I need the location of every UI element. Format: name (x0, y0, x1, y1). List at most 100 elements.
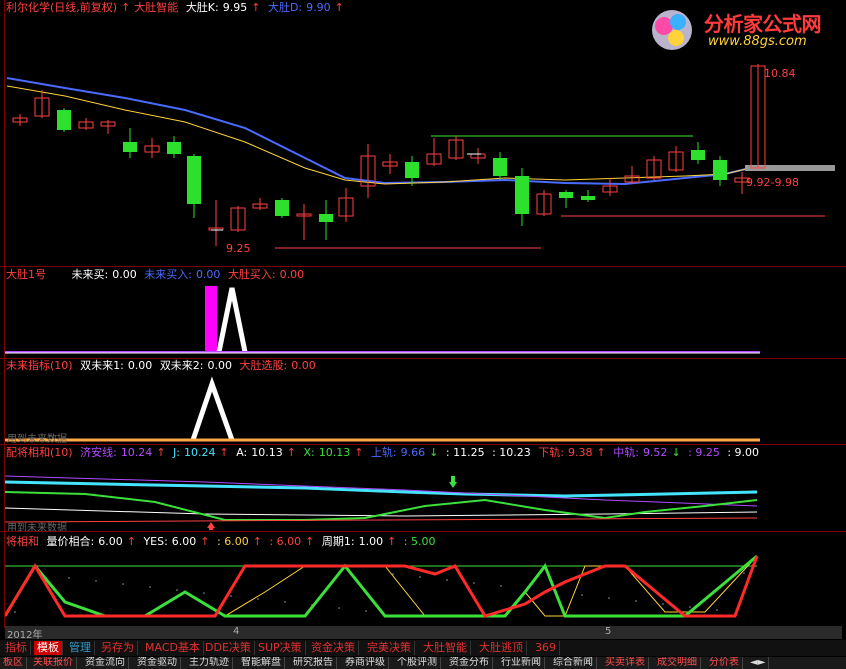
p4-name[interactable]: 将相和 (6, 535, 39, 548)
tab-3[interactable]: 另存为 (98, 641, 138, 655)
tab-7[interactable]: 资金决策 (308, 641, 359, 655)
p1-header: 大肚1号 未来买: 0.00 未来买入: 0.00 大肚买入: 0.00 (6, 268, 308, 282)
p3-f-value: : 11.25 (445, 446, 485, 459)
p2-chart[interactable] (5, 374, 842, 444)
candle-body (187, 156, 201, 204)
p1-magenta-bar (205, 286, 217, 352)
d-value: 9.90 (306, 1, 331, 14)
tab-4[interactable]: MACD基本 (142, 641, 204, 655)
tab-1[interactable]: 模板 (34, 641, 63, 655)
menu-item-8[interactable]: 个股评测 (394, 657, 441, 669)
p4-dot (338, 607, 340, 609)
p1-a-value: 0.00 (112, 268, 137, 281)
p3-c-arrow-icon: ↑ (286, 446, 296, 459)
menu-item-10[interactable]: 行业新闻 (498, 657, 545, 669)
p4-dot (689, 606, 691, 608)
p4-dot (743, 572, 745, 574)
p4-b-label: YES: (143, 535, 168, 548)
tab-5[interactable]: DDE决策 (202, 641, 255, 655)
p2-a-label: 双未来1: (80, 359, 124, 372)
menu-item-7[interactable]: 券商评级 (342, 657, 389, 669)
p4-dot (41, 574, 43, 576)
p4-a-value: 6.00 (98, 535, 123, 548)
axis-month-5: 5 (605, 626, 612, 637)
indicator-name[interactable]: 大肚智能 (134, 1, 178, 14)
p4-dot (392, 573, 394, 575)
menu-item-2[interactable]: 资金流向 (82, 657, 129, 669)
p3-k-value: : 9.00 (727, 446, 760, 459)
p3-a-value: 10.24 (120, 446, 153, 459)
p4-b-value: 6.00 (171, 535, 197, 548)
p1-name[interactable]: 大肚1号 (6, 268, 46, 281)
tab-0[interactable]: 指标 (2, 641, 31, 655)
candlestick-chart[interactable] (5, 18, 842, 266)
main-header: 利尔化学(日线,前复权) ↑ 大肚智能 大肚K: 9.95 ↑ 大肚D: 9.90 ↑ (6, 1, 348, 15)
p3-b-arrow-icon: ↑ (219, 446, 229, 459)
p4-b-arrow-icon: ↑ (200, 535, 210, 548)
p4-e-arrow-icon: ↑ (387, 535, 397, 548)
menu-item-15[interactable]: ◄► (747, 657, 770, 669)
p4-dot (311, 604, 313, 606)
tab-6[interactable]: SUP决策 (255, 641, 306, 655)
k-value: 9.95 (222, 1, 248, 14)
menu-item-6[interactable]: 研究报告 (290, 657, 337, 669)
tab-10[interactable]: 大肚逃顶 (476, 641, 527, 655)
tab-8[interactable]: 完美决策 (364, 641, 415, 655)
candle-body (405, 162, 419, 178)
p4-f-value: : 5.00 (403, 535, 436, 548)
p4-dot (473, 582, 475, 584)
menu-item-3[interactable]: 资金驱动 (134, 657, 181, 669)
p2-b-label: 双未来2: (159, 359, 204, 372)
p2-name[interactable]: 未来指标(10) (6, 359, 73, 372)
axis-month-4: 4 (233, 626, 240, 637)
p3-name[interactable]: 配将相和(10) (6, 446, 73, 459)
menu-item-4[interactable]: 主力轨迹 (186, 657, 233, 669)
p2-white-spike (190, 376, 235, 441)
p1-chart[interactable] (5, 282, 842, 358)
range-label: 9.92-9.98 (746, 176, 799, 189)
p1-b-label: 未来买入: (144, 268, 192, 281)
p1-b-value: 0.00 (195, 268, 221, 281)
candle-body (713, 160, 727, 180)
p1-white-spike (216, 287, 248, 353)
p4-dot (554, 591, 556, 593)
p4-c-value: : 6.00 (217, 535, 249, 548)
menu-item-11[interactable]: 综合新闻 (550, 657, 597, 669)
p3-d-value: 10.13 (318, 446, 351, 459)
tab-2[interactable]: 管理 (66, 641, 95, 655)
p3-a-arrow-icon: ↑ (156, 446, 166, 459)
menu-item-12[interactable]: 买卖详表 (602, 657, 649, 669)
p3-a-label: 济安线: (80, 446, 117, 459)
time-axis: 2012年 4 5 (5, 626, 842, 641)
up-arrow-icon: ↑ (121, 1, 131, 14)
p3-d-arrow-icon: ↑ (354, 446, 364, 459)
p2-c-value: 0.00 (291, 359, 316, 372)
indicator-tabs: 指标 模板 管理 另存为 MACD基本 DDE决策 SUP决策 资金决策 完美决策 大肚智能 大肚逃… (0, 640, 846, 656)
p2-c-label: 大肚选股: (239, 359, 288, 372)
menu-item-1[interactable]: 关联报价 (30, 657, 77, 669)
menu-item-13[interactable]: 成交明细 (654, 657, 701, 669)
menu-item-0[interactable]: 板区 (0, 657, 27, 669)
p3-h-arrow-icon: ↑ (596, 446, 606, 459)
p2-a-value: 0.00 (127, 359, 153, 372)
p3-chart[interactable] (5, 462, 842, 530)
up-arrow-icon (207, 522, 215, 530)
down-arrow-icon (449, 476, 457, 488)
p4-chart[interactable] (5, 552, 842, 624)
p4-dot (230, 595, 232, 597)
stock-title[interactable]: 利尔化学(日线,前复权) (6, 1, 117, 14)
menu-item-14[interactable]: 分价表 (706, 657, 743, 669)
p1-a-label: 未来买: (71, 268, 109, 281)
tab-9[interactable]: 大肚智能 (420, 641, 471, 655)
candle-body (319, 214, 333, 222)
p3-i-arrow-icon: ↓ (671, 446, 681, 459)
tab-11[interactable]: 369 (532, 641, 560, 655)
p3-h-value: 9.38 (568, 446, 593, 459)
menu-item-5[interactable]: 智能解盘 (238, 657, 285, 669)
p3-header: 配将相和(10) 济安线: 10.24 ↑ J: 10.24 ↑ A: 10.13 ↑ X:… (6, 446, 763, 460)
low-price-label: 9.25 (226, 242, 251, 255)
candle-body (57, 110, 71, 130)
p4-dot (122, 583, 124, 585)
p3-e-value: 9.66 (400, 446, 426, 459)
menu-item-9[interactable]: 资金分布 (446, 657, 493, 669)
